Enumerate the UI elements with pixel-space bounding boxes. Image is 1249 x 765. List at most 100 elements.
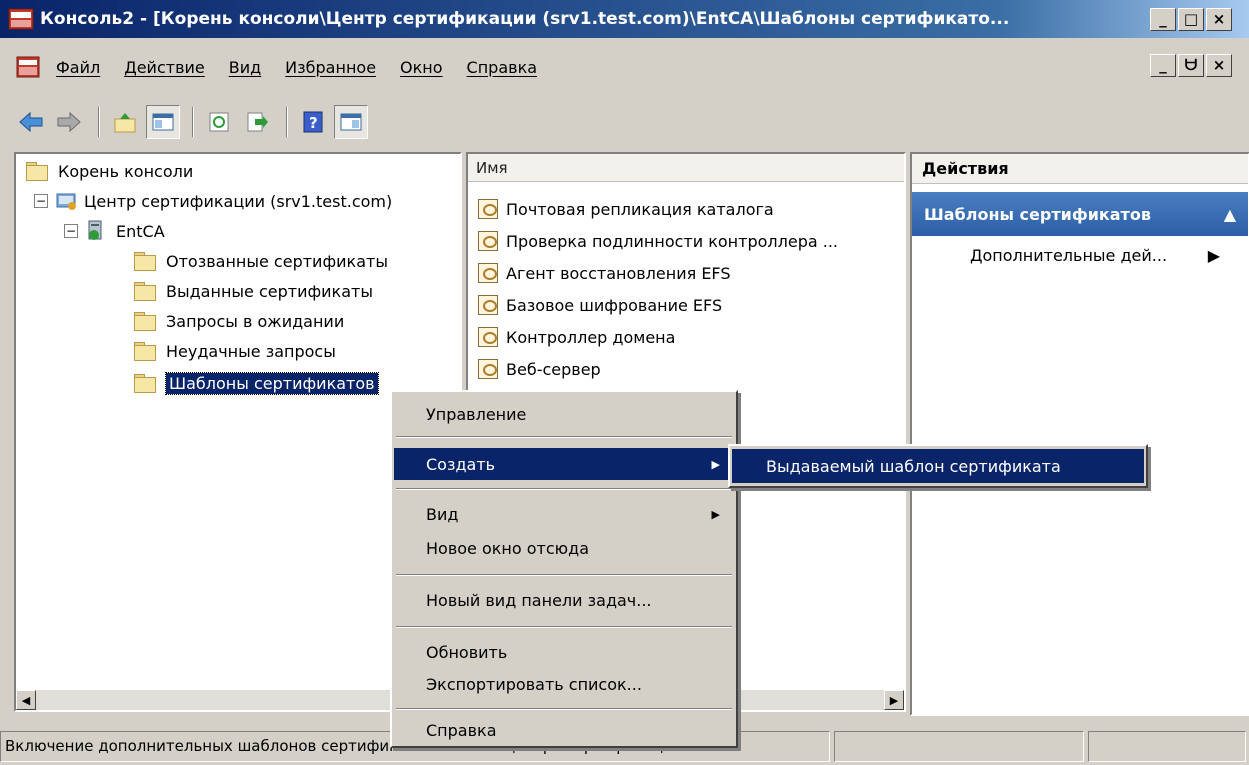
folder-icon bbox=[26, 162, 48, 181]
action-pane-icon bbox=[340, 113, 362, 131]
tree-node-revoked[interactable]: Отозванные сертификаты bbox=[134, 246, 388, 276]
up-level-button[interactable] bbox=[108, 105, 142, 139]
list-item[interactable]: Контроллер домена bbox=[478, 322, 675, 352]
menu-separator bbox=[396, 574, 732, 576]
collapse-expander[interactable]: − bbox=[64, 224, 78, 238]
export-list-button[interactable] bbox=[240, 105, 274, 139]
list-item-label: Веб-сервер bbox=[506, 359, 601, 379]
submenu-item-issue-template[interactable]: Выдаваемый шаблон сертификата bbox=[732, 449, 1144, 483]
list-item-label: Базовое шифрование EFS bbox=[506, 295, 723, 315]
ctx-item-label: Вид bbox=[426, 504, 459, 524]
tree-node-templates[interactable]: Шаблоны сертификатов bbox=[134, 368, 379, 398]
refresh-icon bbox=[209, 112, 229, 132]
list-item[interactable]: Агент восстановления EFS bbox=[478, 258, 731, 288]
folder-icon bbox=[134, 282, 156, 301]
tree-node-label: Выданные сертификаты bbox=[166, 281, 373, 301]
certificate-template-icon bbox=[478, 231, 498, 251]
refresh-button[interactable] bbox=[202, 105, 236, 139]
window-title: Консоль2 - [Корень консоли\Центр сертифи… bbox=[40, 9, 1010, 29]
folder-icon bbox=[134, 252, 156, 271]
tree-node-failed[interactable]: Неудачные запросы bbox=[134, 336, 336, 366]
actions-group-templates[interactable]: Шаблоны сертификатов ▲ bbox=[912, 192, 1248, 236]
menu-separator bbox=[396, 488, 732, 490]
folder-icon bbox=[134, 312, 156, 331]
column-header-name[interactable]: Имя bbox=[468, 154, 904, 182]
tree-node-label: Неудачные запросы bbox=[166, 341, 336, 361]
ctx-item-export[interactable]: Экспортировать список... bbox=[394, 668, 734, 700]
list-item-label: Агент восстановления EFS bbox=[506, 263, 731, 283]
menu-help[interactable]: Справка bbox=[467, 58, 538, 77]
ctx-item-label: Создать bbox=[426, 454, 496, 474]
show-hide-action-pane-button[interactable] bbox=[334, 105, 368, 139]
menu-file[interactable]: Файл bbox=[56, 58, 100, 77]
tree-node-label: Корень консоли bbox=[58, 161, 194, 181]
folder-up-icon bbox=[114, 113, 136, 133]
tree-node-root[interactable]: Корень консоли bbox=[26, 156, 193, 186]
list-item[interactable]: Проверка подлинности контроллера ... bbox=[478, 226, 838, 256]
ctx-item-view[interactable]: Вид ▶ bbox=[394, 498, 734, 530]
minimize-button[interactable]: _ bbox=[1150, 8, 1176, 31]
toolbar-separator bbox=[286, 107, 288, 137]
toolbar-separator bbox=[98, 107, 100, 137]
list-item[interactable]: Базовое шифрование EFS bbox=[478, 290, 722, 320]
ctx-item-create[interactable]: Создать ▶ bbox=[394, 448, 734, 480]
certificate-template-icon bbox=[478, 359, 498, 379]
ctx-item-new-taskpad[interactable]: Новый вид панели задач... bbox=[394, 584, 734, 616]
scroll-right-button[interactable]: ▶ bbox=[884, 690, 904, 710]
close-button[interactable]: × bbox=[1206, 8, 1232, 31]
submenu-arrow-icon: ▶ bbox=[711, 507, 720, 521]
back-arrow-icon bbox=[19, 111, 43, 133]
menu-bar: Файл Действие Вид Избранное Окно Справка… bbox=[0, 42, 1249, 92]
maximize-button[interactable]: □ bbox=[1178, 8, 1204, 31]
scroll-left-button[interactable]: ◀ bbox=[16, 690, 36, 710]
doc-minimize-button[interactable]: _ bbox=[1150, 54, 1176, 77]
show-hide-tree-button[interactable] bbox=[146, 105, 180, 139]
tree-node-issued[interactable]: Выданные сертификаты bbox=[134, 276, 373, 306]
collapse-expander[interactable]: − bbox=[34, 194, 48, 208]
action-more-actions[interactable]: Дополнительные дей... ▶ bbox=[912, 246, 1248, 265]
status-panel-3 bbox=[1088, 731, 1246, 762]
back-button[interactable] bbox=[14, 105, 48, 139]
list-item-label: Контроллер домена bbox=[506, 327, 676, 347]
certificate-template-icon bbox=[478, 199, 498, 219]
doc-restore-button[interactable]: ᗨ bbox=[1178, 54, 1204, 77]
tree-node-pending[interactable]: Запросы в ожидании bbox=[134, 306, 344, 336]
menu-separator bbox=[396, 436, 732, 438]
ctx-item-refresh[interactable]: Обновить bbox=[394, 636, 734, 668]
collapse-up-icon[interactable]: ▲ bbox=[1224, 205, 1236, 224]
submenu-arrow-icon: ▶ bbox=[1207, 246, 1220, 265]
status-panel-2 bbox=[834, 731, 1084, 762]
ctx-item-new-window[interactable]: Новое окно отсюда bbox=[394, 532, 734, 564]
doc-close-button[interactable]: × bbox=[1206, 54, 1232, 77]
menu-favorites[interactable]: Избранное bbox=[285, 58, 376, 77]
console-doc-icon[interactable] bbox=[16, 55, 40, 79]
submenu-arrow-icon: ▶ bbox=[711, 457, 720, 471]
list-item[interactable]: Веб-сервер bbox=[478, 354, 601, 384]
tree-node-ca[interactable]: − Центр сертификации (srv1.test.com) bbox=[34, 186, 392, 216]
list-item-label: Почтовая репликация каталога bbox=[506, 199, 774, 219]
help-button[interactable]: ? bbox=[296, 105, 330, 139]
ctx-item-help[interactable]: Справка bbox=[394, 714, 734, 746]
context-menu: Управление Создать ▶ Вид ▶ Новое окно от… bbox=[390, 390, 738, 748]
tree-node-entca[interactable]: − EntCA bbox=[64, 216, 165, 246]
list-item[interactable]: Почтовая репликация каталога bbox=[478, 194, 774, 224]
forward-button[interactable] bbox=[52, 105, 86, 139]
export-icon bbox=[247, 112, 268, 132]
menu-action[interactable]: Действие bbox=[124, 58, 205, 77]
actions-pane: Действия Шаблоны сертификатов ▲ Дополнит… bbox=[910, 152, 1249, 716]
tree-node-label: Отозванные сертификаты bbox=[166, 251, 388, 271]
actions-header: Действия bbox=[912, 154, 1248, 184]
folder-icon bbox=[134, 374, 156, 393]
certificate-template-icon bbox=[478, 263, 498, 283]
mmc-app-icon bbox=[8, 8, 34, 30]
certification-authority-icon bbox=[56, 193, 76, 210]
menu-window[interactable]: Окно bbox=[400, 58, 443, 77]
title-bar: Консоль2 - [Корень консоли\Центр сертифи… bbox=[0, 0, 1249, 38]
tree-node-label: EntCA bbox=[116, 221, 165, 241]
ctx-item-manage[interactable]: Управление bbox=[394, 398, 734, 430]
actions-group-label: Шаблоны сертификатов bbox=[924, 204, 1151, 224]
menu-separator bbox=[396, 626, 732, 628]
toolbar-separator bbox=[192, 107, 194, 137]
menu-view[interactable]: Вид bbox=[229, 58, 261, 77]
svg-text:?: ? bbox=[309, 114, 318, 132]
